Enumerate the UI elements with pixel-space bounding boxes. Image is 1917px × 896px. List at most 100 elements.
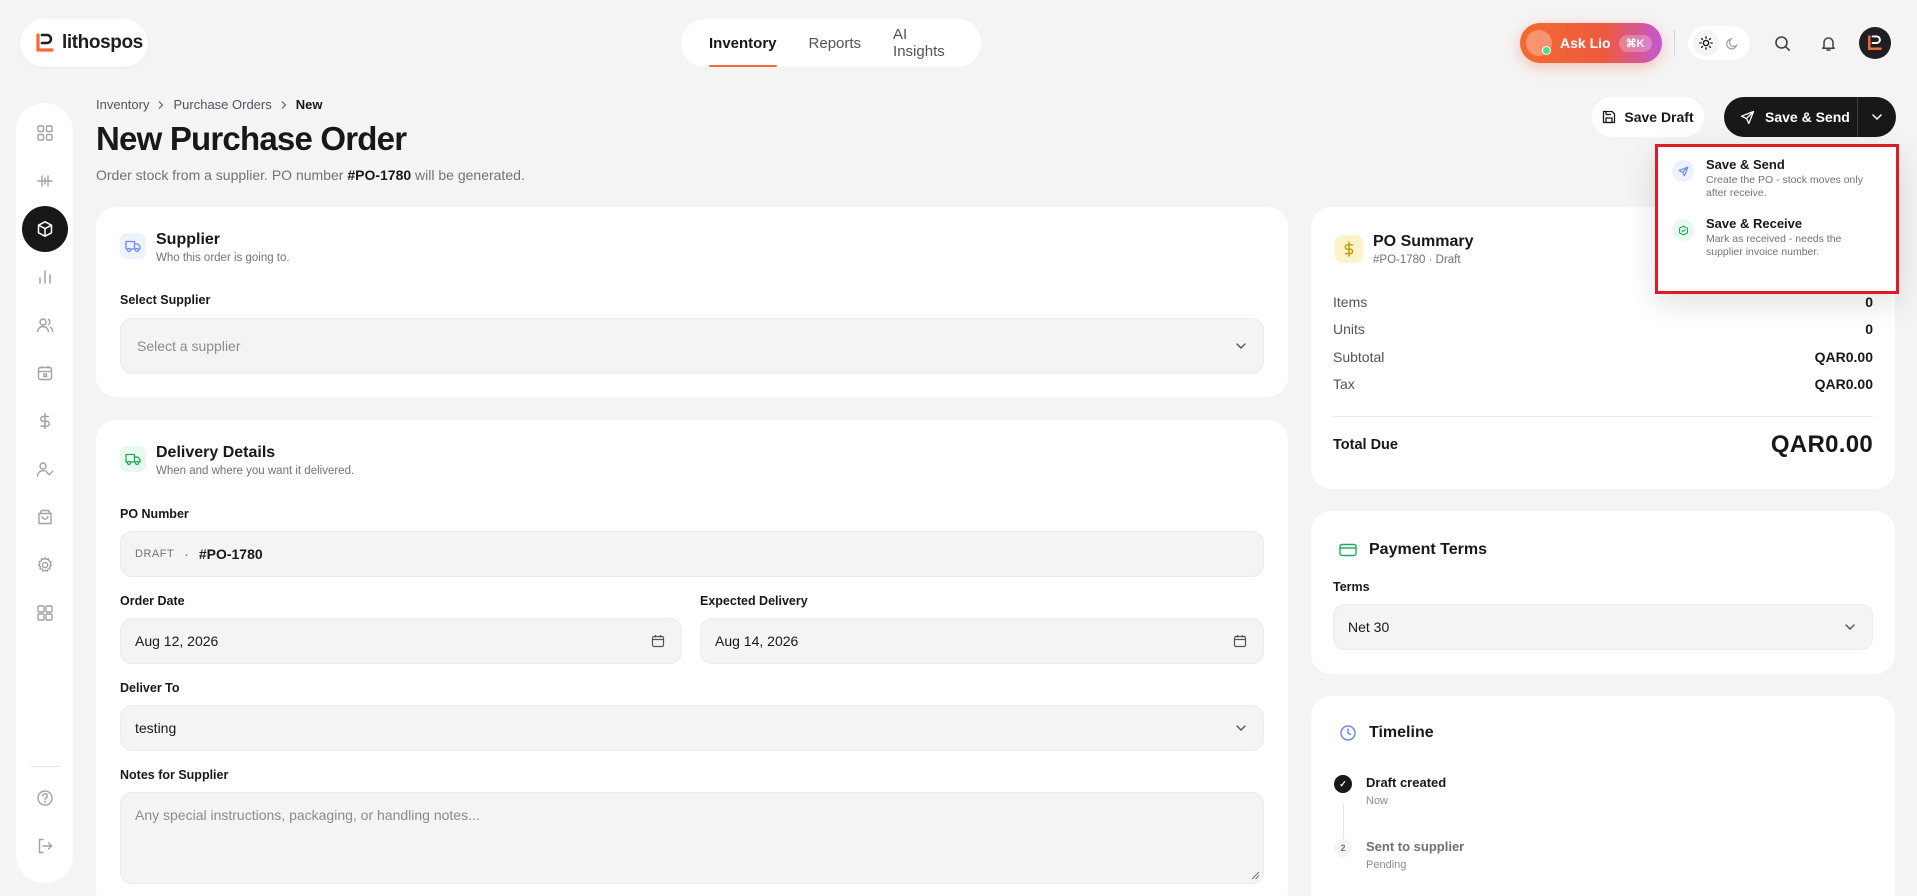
clock-icon	[1339, 724, 1357, 742]
tab-reports[interactable]: Reports	[809, 19, 862, 67]
tab-inventory[interactable]: Inventory	[709, 19, 777, 67]
sidebar-item-help[interactable]	[22, 775, 68, 821]
delivery-truck-icon	[120, 446, 146, 472]
logout-icon	[38, 838, 52, 854]
sidebar-item-inventory[interactable]	[21, 206, 68, 252]
save-send-button[interactable]: Save & Send	[1724, 97, 1857, 137]
summary-header: PO Summary #PO-1780 · Draft	[1335, 233, 1473, 266]
supplier-select-placeholder: Select a supplier	[137, 338, 241, 354]
timeline-step-sub: Pending	[1366, 859, 1407, 871]
dropdown-item-save-send[interactable]: Save & Send Create the PO - stock moves …	[1672, 157, 1882, 200]
user-check-icon	[36, 462, 53, 477]
timeline-step-label: Draft created	[1366, 775, 1447, 790]
calendar-icon[interactable]	[651, 634, 665, 648]
po-separator: ·	[184, 546, 189, 562]
expected-delivery-value: Aug 14, 2026	[715, 633, 799, 649]
supplier-title: Supplier	[156, 231, 221, 248]
summary-row-units: Units 0	[1333, 321, 1873, 337]
total-due-value: QAR0.00	[1770, 431, 1873, 458]
payment-header: Payment Terms	[1339, 541, 1487, 559]
sidebar-item-staff[interactable]	[22, 446, 68, 492]
scan-icon	[36, 175, 53, 187]
summary-label: Units	[1333, 321, 1365, 337]
resize-handle-icon[interactable]	[1251, 871, 1260, 880]
chevron-right-icon	[280, 100, 288, 110]
terms-label: Terms	[1333, 580, 1370, 594]
save-draft-button[interactable]: Save Draft	[1592, 97, 1704, 137]
save-options-toggle[interactable]	[1858, 97, 1896, 137]
subtitle-pre: Order stock from a supplier. PO number	[96, 167, 344, 183]
sun-icon[interactable]	[1692, 30, 1719, 56]
po-number-field: DRAFT · #PO-1780	[120, 531, 1264, 577]
breadcrumb-purchase-orders[interactable]: Purchase Orders	[173, 97, 271, 112]
summary-label: Tax	[1333, 376, 1355, 392]
user-avatar[interactable]	[1859, 27, 1891, 59]
order-date-value: Aug 12, 2026	[135, 633, 219, 649]
sidebar-item-settings[interactable]	[22, 542, 68, 588]
chevron-down-icon	[1235, 342, 1247, 350]
delivery-title: Delivery Details	[156, 444, 276, 461]
sidebar-item-reports[interactable]	[22, 254, 68, 300]
page-subtitle: Order stock from a supplier. PO number #…	[96, 167, 525, 183]
sidebar-item-apps[interactable]	[22, 590, 68, 636]
delivery-card: Delivery Details When and where you want…	[96, 420, 1288, 896]
calendar-icon[interactable]	[1233, 634, 1247, 648]
theme-toggle[interactable]	[1688, 26, 1750, 60]
package-check-icon	[1672, 219, 1694, 241]
tab-ai-insights[interactable]: AI Insights	[893, 19, 953, 67]
deliver-to-label: Deliver To	[120, 681, 180, 695]
notes-textarea[interactable]: Any special instructions, packaging, or …	[120, 792, 1264, 884]
save-send-label: Save & Send	[1765, 109, 1850, 125]
sidebar-item-logout[interactable]	[22, 823, 68, 869]
sidebar-item-orders[interactable]	[22, 494, 68, 540]
settings-icon	[37, 556, 52, 572]
deliver-to-select[interactable]: testing	[120, 705, 1264, 751]
brand-logo[interactable]: lithospos	[20, 19, 148, 67]
moon-icon[interactable]	[1720, 30, 1746, 56]
po-number-value: #PO-1780	[198, 546, 263, 562]
chevron-down-icon	[1844, 623, 1856, 631]
supplier-header: Supplier Who this order is going to.	[120, 231, 290, 264]
chevron-down-icon	[1235, 724, 1247, 732]
summary-value: QAR0.00	[1814, 376, 1873, 392]
summary-title: PO Summary	[1373, 233, 1474, 250]
order-date-input[interactable]: Aug 12, 2026	[120, 618, 682, 664]
supplier-select[interactable]: Select a supplier	[120, 318, 1264, 374]
truck-icon	[120, 233, 146, 259]
sidebar-item-customers[interactable]	[22, 302, 68, 348]
expected-delivery-input[interactable]: Aug 14, 2026	[700, 618, 1264, 664]
timeline-step-sub: Now	[1366, 795, 1389, 807]
top-navigation: Inventory Reports AI Insights	[681, 19, 981, 67]
page-title: New Purchase Order	[96, 120, 407, 157]
search-icon[interactable]	[1765, 26, 1799, 60]
sidebar-item-finance[interactable]	[22, 398, 68, 444]
summary-value: QAR0.00	[1814, 349, 1873, 365]
dollar-icon	[1335, 235, 1363, 263]
save-options-dropdown: Save & Send Create the PO - stock moves …	[1655, 144, 1899, 294]
timeline-step-draft: Draft created Now	[1366, 775, 1446, 807]
terms-select[interactable]: Net 30	[1333, 604, 1873, 650]
sidebar-item-scan[interactable]	[22, 158, 68, 204]
ask-lio-button[interactable]: Ask Lio ⌘K	[1520, 23, 1662, 63]
chart-icon	[38, 270, 51, 284]
timeline-step-number: 2	[1334, 839, 1352, 857]
subtitle-post: will be generated.	[415, 167, 525, 183]
save-send-split-button: Save & Send	[1724, 97, 1896, 137]
dropdown-item-save-receive[interactable]: Save & Receive Mark as received - needs …	[1672, 216, 1882, 259]
check-icon: ✓	[1334, 775, 1352, 793]
summary-row-subtotal: Subtotal QAR0.00	[1333, 349, 1873, 365]
brand-name: lithospos	[62, 32, 143, 53]
send-icon	[1672, 160, 1694, 182]
dashboard-icon	[36, 125, 53, 141]
sidebar-item-calendar[interactable]	[22, 350, 68, 396]
breadcrumb-inventory[interactable]: Inventory	[96, 97, 149, 112]
delivery-subtitle: When and where you want it delivered.	[156, 465, 355, 477]
sidebar-item-dashboard[interactable]	[22, 110, 68, 156]
summary-divider	[1333, 416, 1873, 417]
calendar-icon	[37, 365, 52, 381]
dollar-icon	[39, 412, 50, 430]
notes-placeholder: Any special instructions, packaging, or …	[135, 807, 480, 823]
bell-icon[interactable]	[1811, 26, 1845, 60]
header-divider	[1674, 30, 1675, 56]
credit-card-icon	[1339, 543, 1357, 557]
